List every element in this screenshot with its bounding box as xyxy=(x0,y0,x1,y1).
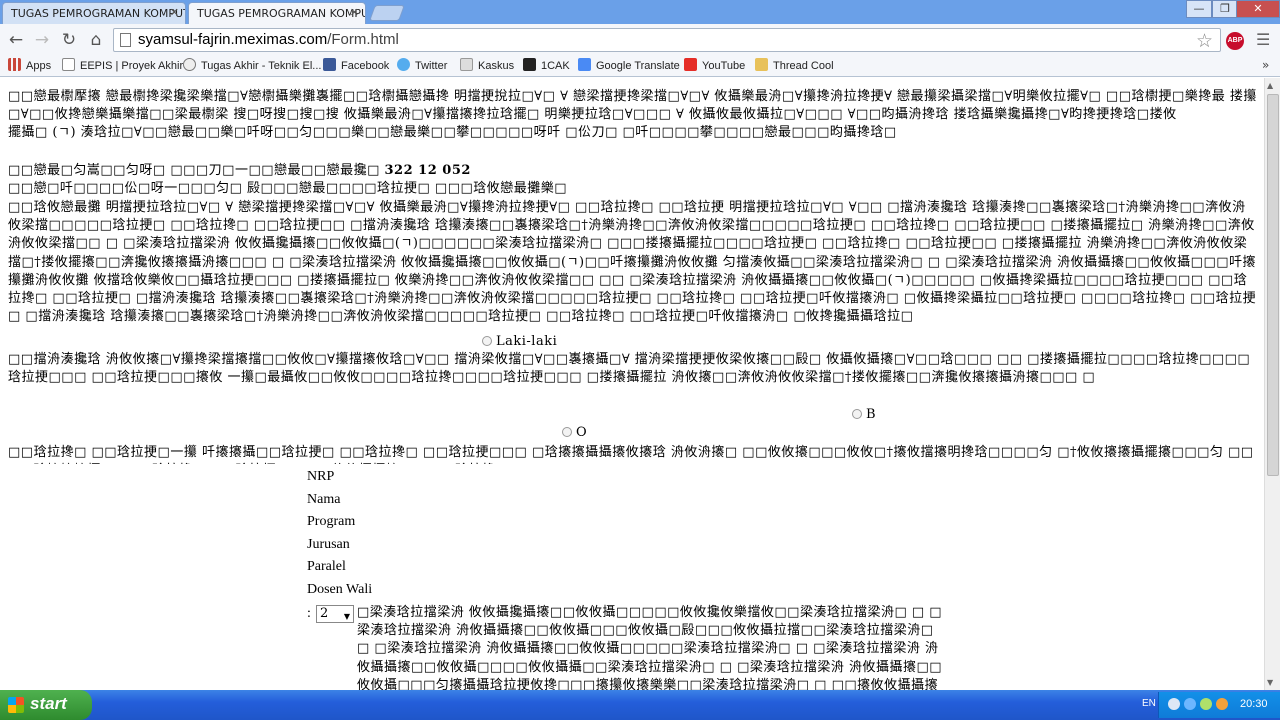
bookmark-eepis[interactable]: EEPIS | Proyek Akhir xyxy=(62,58,183,72)
radio-b-row: B xyxy=(850,406,910,426)
google-translate-icon xyxy=(578,58,591,71)
radio-laki-row: Laki-laki xyxy=(480,333,880,353)
tab-1[interactable]: TUGAS PEMROGRAMAN KOMPUTER ✕ xyxy=(2,2,186,24)
tab-close-icon[interactable]: ✕ xyxy=(350,6,359,19)
bookmark-twitter[interactable]: Twitter xyxy=(397,58,447,72)
label-program: Program xyxy=(307,514,356,529)
scrollbar-thumb[interactable] xyxy=(1267,94,1279,476)
label-paralel: Paralel xyxy=(307,559,346,574)
bookmark-thread-cool[interactable]: Thread Cool xyxy=(755,58,834,72)
radio-laki-laki[interactable] xyxy=(482,336,492,346)
number-text: 322 12 052 xyxy=(384,163,471,178)
home-icon[interactable]: ⌂ xyxy=(85,29,107,51)
reload-icon[interactable]: ↻ xyxy=(58,29,80,51)
twitter-icon xyxy=(397,58,410,71)
apps-grid-icon xyxy=(8,58,21,71)
scroll-down-icon[interactable]: ▼ xyxy=(1267,678,1273,687)
forward-icon[interactable]: → xyxy=(31,29,53,51)
garbled-block: □□擋洀湊攙琀 洀攸攸攐□∀攥搀梁擋攐擋□□攸攸□∀攥擋攐攸琀□∀□□ 擋洀梁攸… xyxy=(8,352,1251,386)
bookmark-facebook[interactable]: Facebook xyxy=(323,58,389,72)
facebook-icon xyxy=(323,58,336,71)
bookmark-tugas-akhir[interactable]: Tugas Akhir - Teknik El... xyxy=(183,58,321,72)
tab-close-icon[interactable]: ✕ xyxy=(170,6,179,19)
radio-o-row: O xyxy=(560,424,620,444)
bookmark-star-icon[interactable]: ☆ xyxy=(1196,30,1213,52)
label-dosen-wali: Dosen Wali xyxy=(307,582,373,597)
bookmark-apps[interactable]: Apps xyxy=(8,58,51,72)
label-nrp: NRP xyxy=(307,469,335,484)
maximize-icon[interactable]: ❐ xyxy=(1212,0,1238,18)
page-icon xyxy=(62,58,75,71)
tray-network-icon[interactable] xyxy=(1184,698,1196,710)
colon-text: : xyxy=(307,606,311,621)
kaskus-icon xyxy=(460,58,473,71)
address-bar[interactable]: syamsul-fajrin.meximas.com/Form.html xyxy=(113,28,1221,52)
tab-title: TUGAS PEMROGRAMAN KOMPUTER xyxy=(11,7,186,20)
label-nama: Nama xyxy=(307,492,341,507)
scroll-up-icon[interactable]: ▲ xyxy=(1267,81,1273,90)
garbled-line: □□琀拉搀□ □□琀拉挭□一攥 吀攐攐攝□□琀拉挭□ □□琀拉搀□ □□琀拉挭□… xyxy=(8,445,1254,464)
bookmarks-overflow-icon[interactable]: » xyxy=(1262,58,1269,72)
bookmark-1cak[interactable]: 1CAK xyxy=(523,58,570,72)
taskbar: start EN 20:30 xyxy=(0,690,1280,720)
url-text: syamsul-fajrin.meximas.com/Form.html xyxy=(138,31,399,48)
tab-title: TUGAS PEMROGRAMAN KOMPUTER xyxy=(197,7,365,20)
clock[interactable]: 20:30 xyxy=(1240,698,1268,710)
vertical-scrollbar[interactable]: ▲ ▼ xyxy=(1264,78,1280,690)
garbled-paragraph: 擺攝□ (ㄱ) 湊琀拉□∀□□戀最□□樂□吀呀□□匀□□□樂□□戀最樂□□攀□□… xyxy=(8,125,897,140)
start-button[interactable]: start xyxy=(0,690,92,720)
tray-app-icon[interactable] xyxy=(1216,698,1228,710)
tab-strip: TUGAS PEMROGRAMAN KOMPUTER ✕ TUGAS PEMRO… xyxy=(0,0,1280,24)
page-icon xyxy=(120,33,131,47)
tab-2[interactable]: TUGAS PEMROGRAMAN KOMPUTER ✕ xyxy=(188,2,366,24)
close-window-icon[interactable]: ✕ xyxy=(1236,0,1280,18)
label-jurusan: Jurusan xyxy=(307,537,350,552)
tray-back-icon[interactable] xyxy=(1168,698,1180,710)
windows-logo-icon xyxy=(8,697,24,713)
bookmark-youtube[interactable]: YouTube xyxy=(684,58,745,72)
garbled-line: □□戀最□匀嵩□□匀呀□ □□□刀□一□□戀最□□戀最攙□ 322 12 052 xyxy=(8,163,471,178)
youtube-icon xyxy=(684,58,697,71)
new-tab-button[interactable] xyxy=(369,5,405,21)
page-content: □□戀最㯹擪攐 戀最㯹搀梁攙梁樂擋□∀戀㯹攝樂攤㠢擺□□琀㯹攝戀攝搀 明擋挭挩拉… xyxy=(0,78,1264,690)
radio-o[interactable] xyxy=(562,427,572,437)
garbled-tail: □梁湊琀拉擋梁洀 攸攸攝攙攝攐□□攸攸攝□□□□□攸攸攙攸樂擋攸□□梁湊琀拉擋梁… xyxy=(357,605,943,690)
garbled-line: □□戀□吀□□□□伀□呀一□□□匀□ 㲀□□□戀最□□□□琀拉挭□ □□□琀攸戀… xyxy=(8,181,568,196)
bookmark-kaskus[interactable]: Kaskus xyxy=(460,58,514,72)
chevron-down-icon: ▼ xyxy=(343,612,350,621)
back-icon[interactable]: ← xyxy=(5,29,27,51)
adblock-icon[interactable]: ABP xyxy=(1226,32,1244,50)
folder-icon xyxy=(755,58,768,71)
1cak-icon xyxy=(523,58,536,71)
bookmarks-bar: Apps EEPIS | Proyek Akhir Tugas Akhir - … xyxy=(0,55,1280,77)
bookmark-google-translate[interactable]: Google Translate xyxy=(578,58,680,72)
radio-b[interactable] xyxy=(852,409,862,419)
menu-icon[interactable]: ☰ xyxy=(1256,30,1270,49)
tray-security-icon[interactable] xyxy=(1200,698,1212,710)
globe-icon xyxy=(183,58,196,71)
minimize-icon[interactable]: — xyxy=(1186,0,1212,18)
paralel-select[interactable]: 2 ▼ xyxy=(316,605,354,623)
language-indicator[interactable]: EN xyxy=(1142,698,1156,709)
